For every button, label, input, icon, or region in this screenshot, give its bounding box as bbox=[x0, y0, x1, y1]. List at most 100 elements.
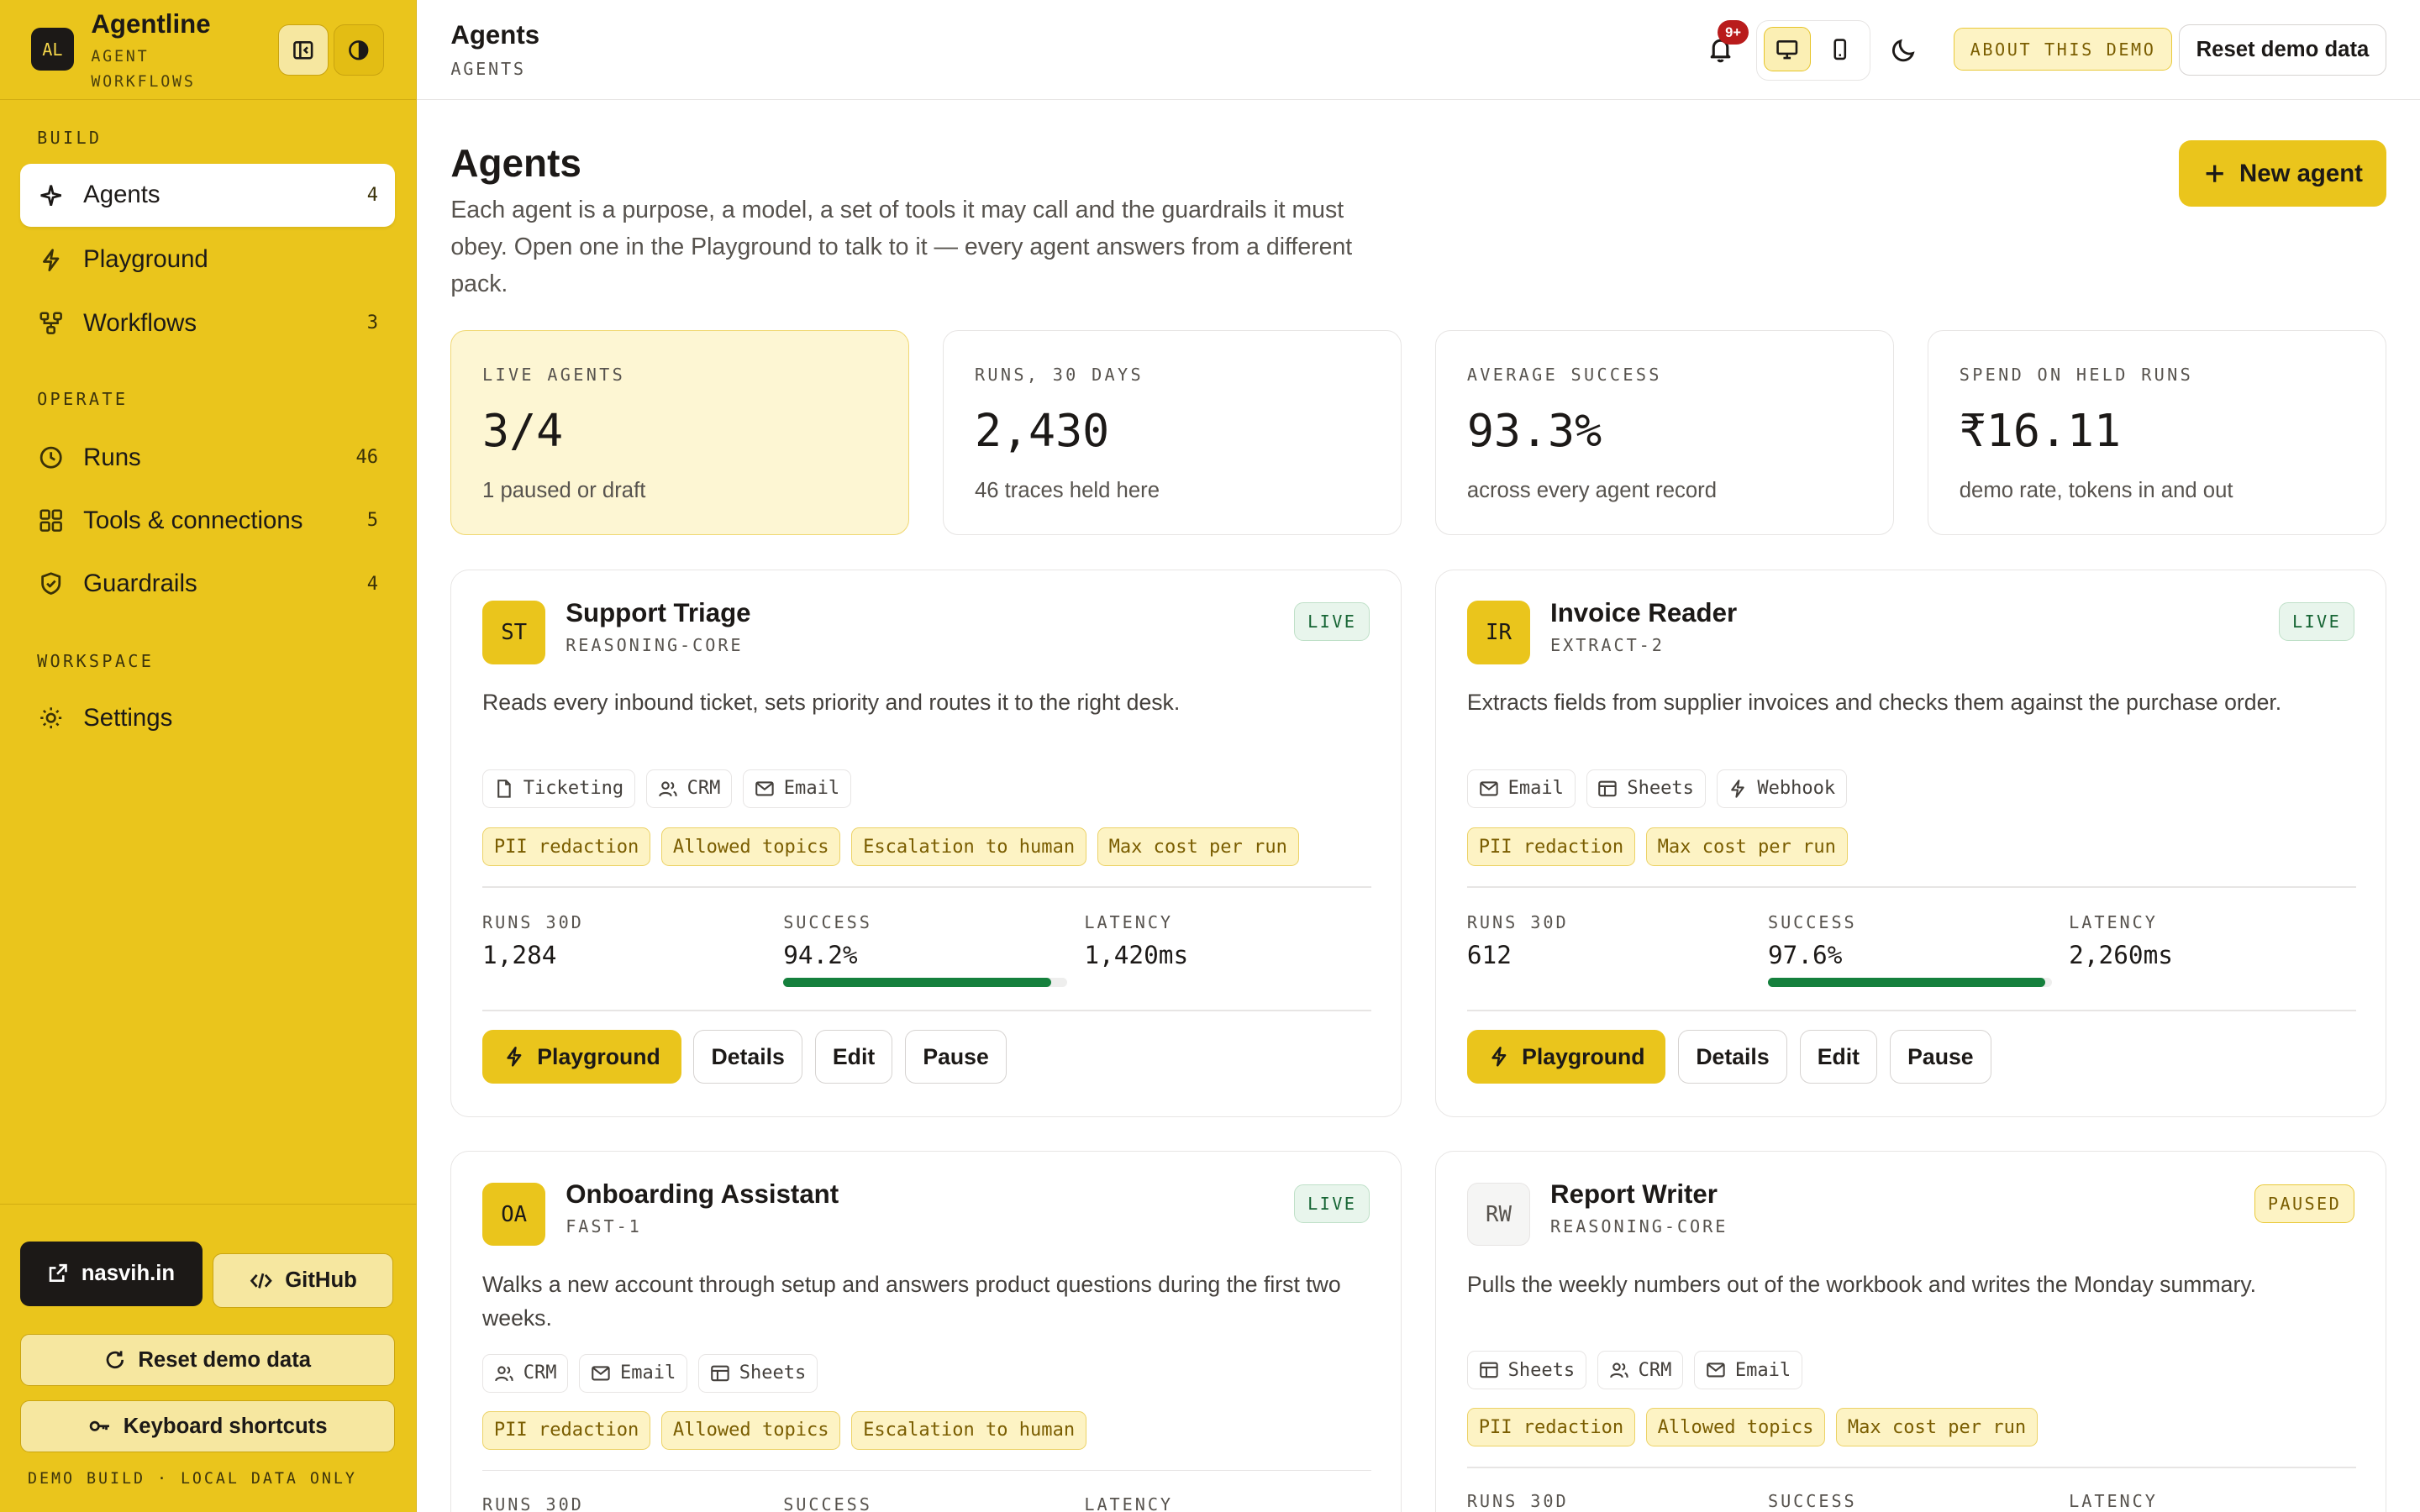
success-bar bbox=[1768, 977, 2052, 987]
details-button[interactable]: Details bbox=[693, 1030, 803, 1084]
github-link-label: GitHub bbox=[285, 1268, 357, 1293]
stat-sub: 46 traces held here bbox=[974, 479, 1160, 503]
success-bar-fill bbox=[783, 977, 1051, 987]
guardrail-chip: Allowed topics bbox=[661, 827, 841, 867]
divider bbox=[1466, 1010, 2356, 1012]
shield-icon bbox=[41, 572, 61, 596]
mobile-view-button[interactable] bbox=[1816, 27, 1864, 71]
bolt-icon bbox=[42, 249, 60, 271]
success-bar bbox=[783, 977, 1068, 987]
gear-icon bbox=[40, 707, 62, 729]
contrast-icon bbox=[349, 40, 369, 60]
external-link-icon bbox=[50, 1264, 68, 1283]
success-bar-fill bbox=[1768, 977, 2045, 987]
mail-icon bbox=[592, 1366, 610, 1381]
sidebar-item-label: Guardrails bbox=[83, 570, 197, 598]
tool-chip: Email bbox=[579, 1353, 688, 1393]
metric-runs-label: RUNS 30D bbox=[482, 1494, 584, 1512]
sidebar-item-label: Workflows bbox=[83, 308, 197, 337]
monitor-icon bbox=[1776, 40, 1798, 60]
tool-chip: Webhook bbox=[1716, 769, 1848, 808]
guardrail-chip: Allowed topics bbox=[1645, 1408, 1826, 1446]
tool-chip: Email bbox=[1466, 769, 1576, 808]
metric-runs-label: RUNS 30D bbox=[482, 912, 584, 933]
reset-demo-data-button[interactable]: Reset demo data bbox=[2179, 24, 2386, 76]
sidebar-item-runs[interactable]: Runs 46 bbox=[20, 426, 395, 489]
sidebar-item-tools[interactable]: Tools & connections 5 bbox=[20, 489, 395, 552]
guardrail-chip: PII redaction bbox=[1466, 1408, 1635, 1446]
moon-icon[interactable] bbox=[1891, 37, 1917, 63]
agent-card-support-triage: ST Support Triage REASONING-CORE LIVE Re… bbox=[450, 569, 1402, 1117]
agent-avatar: IR bbox=[1466, 601, 1531, 664]
sidebar-item-count: 5 bbox=[366, 510, 378, 532]
metric-success-value: 97.6% bbox=[1768, 940, 1843, 969]
stat-value: 93.3% bbox=[1466, 405, 1602, 458]
sidebar-item-agents[interactable]: Agents 4 bbox=[19, 163, 396, 227]
brand-name: Agentline bbox=[91, 9, 211, 39]
playground-button[interactable]: Playground bbox=[482, 1030, 681, 1084]
edit-button[interactable]: Edit bbox=[1799, 1030, 1878, 1084]
collapse-sidebar-button[interactable] bbox=[277, 24, 329, 76]
metric-latency-value: 1,420ms bbox=[1084, 940, 1189, 969]
agent-model: FAST-1 bbox=[566, 1216, 642, 1237]
keyboard-shortcuts-button[interactable]: Keyboard shortcuts bbox=[19, 1399, 396, 1453]
pause-button[interactable]: Pause bbox=[1889, 1030, 1991, 1084]
table-icon bbox=[711, 1365, 729, 1381]
bolt-icon bbox=[1731, 779, 1745, 798]
mail-icon bbox=[1479, 781, 1498, 796]
agent-model: REASONING-CORE bbox=[1550, 1216, 1728, 1237]
tool-chip-label: Sheets bbox=[739, 1362, 807, 1384]
section-workspace: WORKSPACE bbox=[37, 651, 155, 672]
playground-button-label: Playground bbox=[537, 1043, 660, 1069]
agent-model: REASONING-CORE bbox=[566, 634, 744, 655]
agent-avatar: ST bbox=[482, 601, 546, 664]
tool-chip-label: Sheets bbox=[1507, 1359, 1576, 1381]
sidebar-item-guardrails[interactable]: Guardrails 4 bbox=[20, 553, 395, 616]
website-link[interactable]: nasvih.in bbox=[19, 1241, 203, 1306]
agent-name: Invoice Reader bbox=[1550, 597, 1738, 627]
grid-icon bbox=[39, 509, 62, 533]
stat-card-average-success: AVERAGE SUCCESS 93.3% across every agent… bbox=[1435, 330, 1894, 536]
workflow-icon bbox=[39, 312, 62, 334]
status-badge: LIVE bbox=[1294, 1184, 1370, 1223]
tool-chip-label: Email bbox=[619, 1362, 676, 1384]
sidebar-item-workflows[interactable]: Workflows 3 bbox=[20, 291, 395, 354]
stat-card-spend: SPEND ON HELD RUNS ₹16.11 demo rate, tok… bbox=[1928, 330, 2386, 536]
desktop-view-button[interactable] bbox=[1763, 27, 1812, 72]
tool-list: Email Sheets Webhook bbox=[1466, 769, 1848, 808]
new-agent-label: New agent bbox=[2239, 159, 2363, 187]
agent-name: Support Triage bbox=[566, 597, 751, 627]
mail-icon bbox=[755, 781, 774, 796]
tool-chip: Ticketing bbox=[482, 769, 635, 808]
section-build: BUILD bbox=[37, 128, 103, 149]
pause-button[interactable]: Pause bbox=[905, 1030, 1007, 1084]
sidebar-item-playground[interactable]: Playground bbox=[20, 228, 395, 291]
agent-description: Walks a new account through setup and an… bbox=[482, 1271, 1341, 1331]
reset-demo-data-label: Reset demo data bbox=[138, 1347, 312, 1372]
metric-latency-value: 2,260ms bbox=[2069, 940, 2173, 969]
card-actions: Playground Details Edit Pause bbox=[1466, 1030, 1991, 1084]
agent-model: EXTRACT-2 bbox=[1550, 634, 1665, 655]
keyboard-shortcuts-label: Keyboard shortcuts bbox=[123, 1414, 328, 1438]
contrast-toggle-button[interactable] bbox=[333, 24, 385, 76]
card-actions: Playground Details Edit Pause bbox=[482, 1030, 1007, 1084]
playground-button[interactable]: Playground bbox=[1466, 1030, 1666, 1084]
brand-logo: AL bbox=[30, 28, 75, 71]
github-link[interactable]: GitHub bbox=[213, 1253, 394, 1308]
users-icon bbox=[495, 1366, 513, 1381]
about-demo-button[interactable]: ABOUT THIS DEMO bbox=[1954, 28, 2172, 71]
new-agent-button[interactable]: New agent bbox=[2179, 140, 2386, 207]
tool-chip: Email bbox=[743, 769, 851, 808]
details-button[interactable]: Details bbox=[1678, 1030, 1787, 1084]
sidebar-item-label: Settings bbox=[83, 703, 173, 732]
divider bbox=[482, 1469, 1371, 1472]
section-operate: OPERATE bbox=[37, 388, 129, 409]
reset-demo-data-button-sidebar[interactable]: Reset demo data bbox=[19, 1333, 396, 1387]
edit-button[interactable]: Edit bbox=[814, 1030, 893, 1084]
stat-label: AVERAGE SUCCESS bbox=[1466, 365, 1662, 386]
tool-chip-label: Email bbox=[1734, 1359, 1791, 1381]
sidebar-item-count: 3 bbox=[366, 312, 378, 334]
sidebar-item-settings[interactable]: Settings bbox=[20, 686, 395, 749]
guardrail-chip: PII redaction bbox=[482, 1410, 651, 1450]
sidebar-item-count: 4 bbox=[366, 573, 378, 595]
